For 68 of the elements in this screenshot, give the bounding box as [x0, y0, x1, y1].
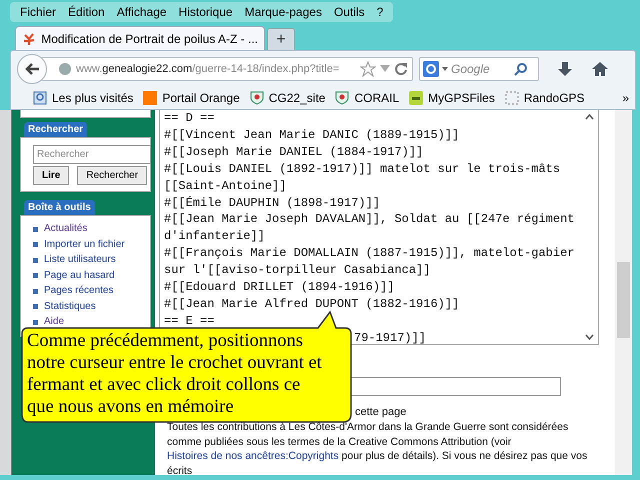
- gps-badge-icon: [409, 91, 424, 105]
- caret-icon[interactable]: [442, 67, 448, 71]
- code-line: #[[Émile DAUPHIN (1898-1917)]]: [164, 194, 380, 212]
- menu-item[interactable]: Marque-pages: [238, 5, 328, 19]
- new-tab-button[interactable]: +: [267, 28, 295, 50]
- bookmark-item[interactable]: Les plus visités: [33, 91, 134, 105]
- watch-label: cette page: [355, 406, 406, 418]
- code-line: sur l'[[aviso-torpilleur Casabianca]]: [164, 262, 430, 280]
- menu-item[interactable]: Édition: [62, 5, 111, 19]
- bookmark-item[interactable]: CG22_site: [250, 91, 326, 105]
- bookmark-item[interactable]: Portail Orange: [143, 91, 240, 105]
- toolbox-link[interactable]: Importer un fichier: [33, 238, 146, 252]
- scroll-down-icon[interactable]: [585, 334, 594, 340]
- code-line: #[[Louis DANIEL (1892-1917)]] matelot sur le trois-mâts: [164, 160, 560, 178]
- toolbox-link[interactable]: Actualités: [33, 222, 146, 236]
- search-button[interactable]: Rechercher: [77, 166, 148, 185]
- bookmark-item[interactable]: CORAIL: [335, 91, 400, 105]
- code-line: #[[Vincent Jean Marie DANIC (1889-1915)]]: [164, 126, 460, 144]
- code-line: #[[Jean Marie Alfred DUPONT (1882-1916)]]: [164, 296, 460, 313]
- toolbox-link[interactable]: Pages récentes: [33, 284, 146, 298]
- search-input[interactable]: Google: [451, 62, 511, 76]
- menu-item[interactable]: Historique: [172, 5, 239, 19]
- star-icon[interactable]: [360, 61, 376, 77]
- back-arrow-icon[interactable]: [24, 62, 40, 76]
- reload-icon[interactable]: [394, 62, 408, 76]
- menu-item[interactable]: Outils: [328, 5, 371, 19]
- home-icon[interactable]: [591, 61, 609, 77]
- menu-item[interactable]: ?: [370, 5, 390, 19]
- bookmark-item[interactable]: RandoGPS: [504, 91, 585, 105]
- back-button[interactable]: [17, 54, 47, 84]
- portlet-title: Boîte à outils: [24, 200, 95, 215]
- code-line: == E ==: [164, 312, 214, 330]
- search-icon[interactable]: [514, 62, 527, 76]
- browser-tab[interactable]: Modification de Portrait de poilus A-Z - ...: [15, 26, 265, 50]
- menu-item[interactable]: Affichage: [110, 5, 173, 19]
- url-text: www.genealogie22.com/guerre-14-18/index.php?title=: [76, 63, 340, 75]
- toolbox-link[interactable]: Liste utilisateurs: [33, 253, 146, 268]
- more-bookmarks-button[interactable]: »: [622, 91, 629, 105]
- code-line: [[Saint-Antoine]]: [164, 178, 286, 195]
- code-line: #[[Edouard DRILLET (1894-1916)]]: [164, 279, 394, 296]
- coral-favicon-icon: [22, 32, 36, 46]
- dashed-square-icon: [504, 91, 519, 105]
- shield-icon: [335, 91, 350, 105]
- menu-item[interactable]: Fichier: [14, 5, 62, 19]
- toolbox-link[interactable]: Aide: [33, 315, 146, 330]
- code-line: d'infanterie]]: [164, 228, 265, 246]
- bookmark-item[interactable]: MyGPSFiles: [409, 91, 495, 105]
- code-line: 79-1917)]]: [354, 330, 426, 347]
- code-line: #[[François Marie DOMALLAIN (1887-1915)]], matelot-gabier: [164, 245, 574, 262]
- license-text: Toutes les contributions à Les Côtes-d'Armor dans la Grande Guerre sont considérées comme publiées sous les termes de la Creative Commons Attribution (voir Histoires de nos ancêtres:Copyrights pour plus de détails). Si vous ne désirez pas que vos écrits: [167, 420, 588, 475]
- download-icon[interactable]: [557, 61, 573, 77]
- copyrights-link[interactable]: Histoires de nos ancêtres:Copyrights: [167, 450, 339, 462]
- shield-icon: [250, 91, 264, 105]
- toolbox-link[interactable]: Page au hasard: [33, 268, 146, 283]
- square-logo-icon: [143, 91, 158, 105]
- scroll-thumb[interactable]: [617, 262, 630, 338]
- google-icon: [423, 61, 439, 77]
- code-line: #[[Joseph Marie DANIEL (1884-1917)]]: [164, 144, 424, 161]
- scroll-up-icon[interactable]: [585, 114, 594, 120]
- code-line: == D ==: [164, 110, 214, 127]
- code-line: #[[Jean Marie Joseph DAVALAN]], Soldat au [[247e régiment: [164, 211, 574, 228]
- toolbox-link[interactable]: Statistiques: [33, 300, 146, 314]
- search-button[interactable]: Lire: [33, 166, 70, 185]
- search-field[interactable]: Google: [419, 57, 539, 81]
- address-bar[interactable]: www.genealogie22.com/guerre-14-18/index.php?title=: [41, 57, 413, 81]
- search-input[interactable]: Rechercher: [33, 145, 151, 164]
- portlet-title: Rechercher: [24, 122, 88, 137]
- bookmark-page-icon: [33, 91, 47, 105]
